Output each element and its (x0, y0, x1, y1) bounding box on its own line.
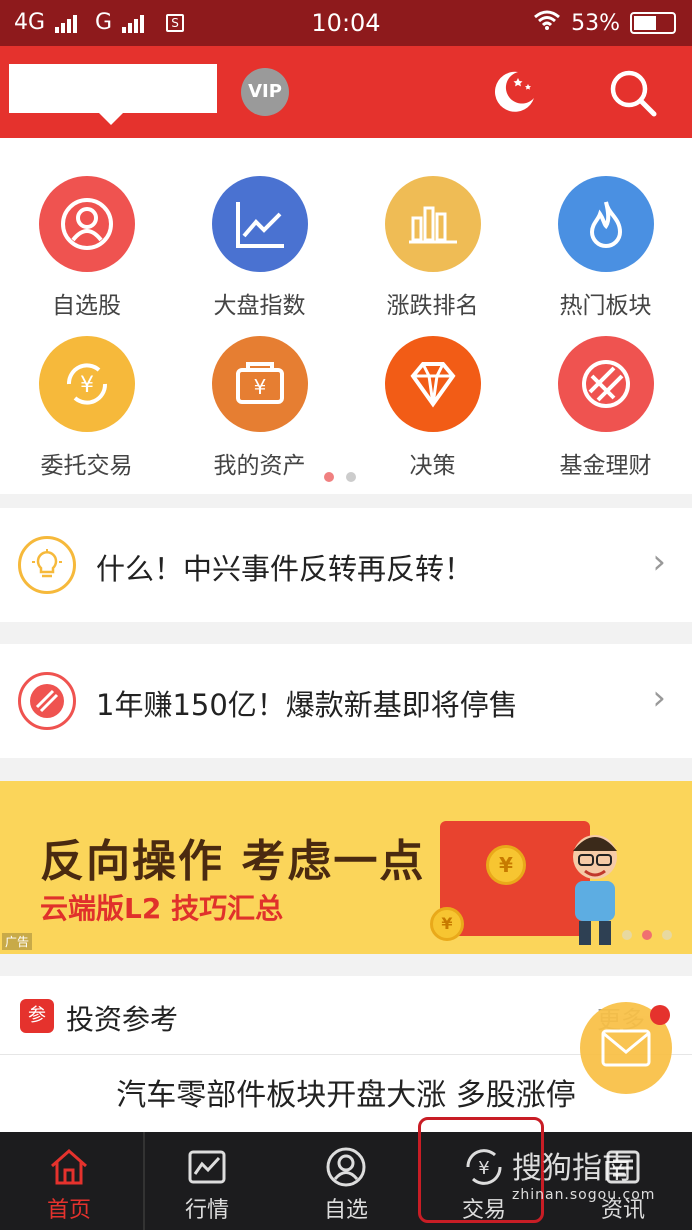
app-header: VIP (0, 46, 692, 138)
battery-percent: 53% (571, 10, 620, 36)
diamond-icon (384, 336, 481, 432)
reference-headline[interactable]: 汽车零部件板块开盘大涨 多股涨停 (0, 1070, 692, 1114)
watermark-title: 搜狗指南 (512, 1151, 632, 1186)
vip-badge[interactable]: VIP (241, 68, 289, 116)
status-bar: 4G G S 10:04 53% (0, 0, 692, 46)
home-icon (48, 1146, 90, 1188)
search-icon[interactable] (606, 66, 660, 120)
svg-text:¥: ¥ (253, 375, 266, 399)
wallet-icon: ¥ (211, 336, 308, 432)
bar-chart-icon (384, 176, 481, 272)
news-item[interactable]: 1年赚150亿！爆款新基即将停售 › (0, 644, 692, 758)
grid-item-fund[interactable]: 基金理财 (519, 336, 692, 496)
tab-label: 首页 (46, 1198, 91, 1223)
night-mode-icon[interactable] (488, 66, 538, 116)
cartoon-character (555, 817, 635, 947)
news-text: 什么！中兴事件反转再反转！ (96, 552, 474, 586)
profile-icon (325, 1146, 367, 1188)
grid-label: 基金理财 (559, 453, 652, 479)
line-chart-icon (211, 176, 308, 272)
tab-home[interactable]: 首页 (0, 1132, 138, 1230)
news-item[interactable]: 什么！中兴事件反转再反转！ › (0, 508, 692, 622)
ad-label: 广告 (2, 933, 33, 950)
reference-badge: 参 (20, 999, 54, 1033)
grid-label: 决策 (409, 453, 456, 479)
yuan-cycle-icon: ¥ (38, 336, 135, 432)
coin-icon: ¥ (430, 907, 464, 941)
news-text: 1年赚150亿！爆款新基即将停售 (96, 688, 518, 722)
profile-icon (38, 176, 135, 272)
grid-label: 热门板块 (559, 293, 652, 319)
fund-icon (557, 336, 654, 432)
function-grid: 自选股 大盘指数 涨跌排名 热门板块 ¥ 委托交易 ¥ 我的资产 决策 基金理财 (0, 138, 692, 494)
page-indicator (324, 472, 356, 482)
grid-item-decision[interactable]: 决策 (346, 336, 519, 496)
grid-item-trade[interactable]: ¥ 委托交易 (0, 336, 173, 496)
chevron-right-icon: › (652, 542, 666, 582)
grid-item-assets[interactable]: ¥ 我的资产 (173, 336, 346, 496)
grid-label: 大盘指数 (213, 293, 306, 319)
section-title: 投资参考 (66, 1003, 179, 1036)
tab-label: 自选 (323, 1198, 368, 1223)
grid-label: 涨跌排名 (386, 293, 479, 319)
grid-label: 委托交易 (40, 453, 133, 479)
tab-label: 行情 (184, 1198, 229, 1223)
coin-icon: ¥ (486, 845, 526, 885)
market-icon (186, 1146, 228, 1188)
grid-item-ranking[interactable]: 涨跌排名 (346, 176, 519, 336)
wifi-icon (533, 9, 561, 37)
chevron-right-icon: › (652, 678, 666, 718)
ad-banner[interactable]: 反向操作 考虑一点 云端版L2 技巧汇总 ¥ ¥ 广告 (0, 781, 692, 954)
grid-item-market-index[interactable]: 大盘指数 (173, 176, 346, 336)
banner-title: 反向操作 考虑一点 (40, 836, 426, 887)
grid-label: 我的资产 (213, 453, 306, 479)
lightbulb-icon (18, 536, 76, 594)
grid-item-watchlist[interactable]: 自选股 (0, 176, 173, 336)
flame-icon (557, 176, 654, 272)
grid-label: 自选股 (52, 293, 121, 319)
account-selector[interactable] (9, 64, 217, 125)
banner-subtitle: 云端版L2 技巧汇总 (40, 892, 284, 925)
watermark: 搜狗指南 zhinan.sogou.com (512, 1143, 655, 1203)
tab-market[interactable]: 行情 (138, 1132, 276, 1230)
svg-text:¥: ¥ (80, 373, 94, 398)
fund-icon (18, 672, 76, 730)
grid-item-hot-sectors[interactable]: 热门板块 (519, 176, 692, 336)
battery-icon (630, 12, 676, 34)
tab-watchlist[interactable]: 自选 (277, 1132, 415, 1230)
notification-dot (650, 1005, 670, 1025)
watermark-url: zhinan.sogou.com (512, 1187, 656, 1203)
mail-icon (601, 1029, 651, 1067)
banner-indicator (622, 930, 672, 940)
